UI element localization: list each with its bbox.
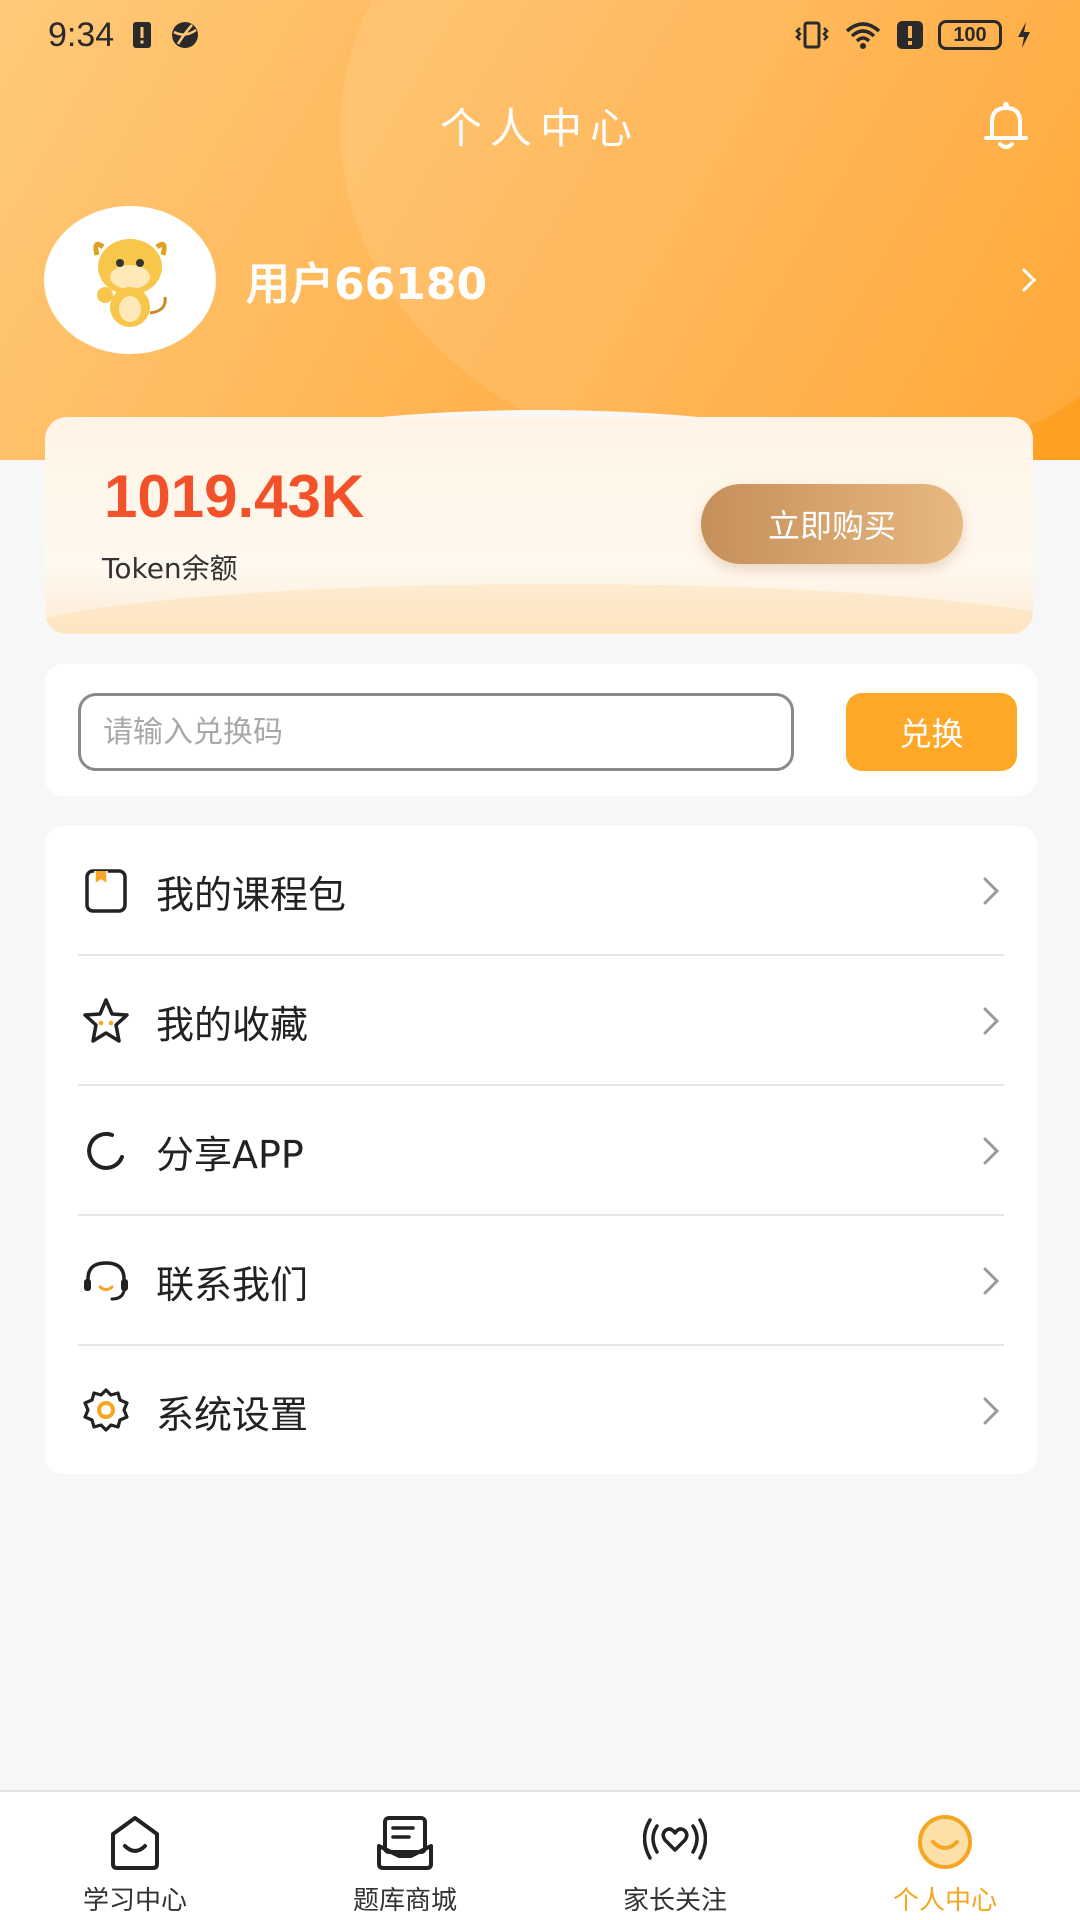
page-title: 个人中心 xyxy=(439,103,640,153)
menu-item-label: 联系我们 xyxy=(156,1262,309,1307)
tab-question-bank[interactable]: 题库商城 xyxy=(270,1792,540,1920)
redeem-card: 兑换 xyxy=(45,664,1037,796)
avatar[interactable] xyxy=(44,206,216,354)
tab-label: 家长关注 xyxy=(622,1886,727,1916)
tab-label: 题库商城 xyxy=(352,1886,457,1916)
gear-icon xyxy=(78,1383,134,1439)
share-icon xyxy=(78,1123,134,1179)
redeem-button[interactable]: 兑换 xyxy=(846,693,1017,771)
chevron-right-icon xyxy=(983,1137,1000,1165)
question-bank-icon xyxy=(377,1816,433,1870)
redeem-code-input[interactable] xyxy=(78,693,794,771)
bell-icon[interactable] xyxy=(978,98,1034,154)
study-icon xyxy=(111,1816,159,1870)
menu-item-label: 我的课程包 xyxy=(156,872,347,917)
status-time: 9:34 xyxy=(48,15,115,54)
profile-smile-icon xyxy=(918,1815,972,1869)
menu-item-favorites[interactable]: 我的收藏 xyxy=(78,956,1004,1086)
tab-label: 个人中心 xyxy=(892,1886,997,1916)
battery-icon: 100 xyxy=(938,20,1002,50)
menu-item-course-package[interactable]: 我的课程包 xyxy=(78,826,1004,956)
menu-item-contact-us[interactable]: 联系我们 xyxy=(78,1216,1004,1346)
tab-label: 学习中心 xyxy=(82,1886,187,1916)
profile-row[interactable]: 用户66180 xyxy=(44,205,1044,355)
title-bar: 个人中心 xyxy=(0,90,1080,160)
chevron-right-icon[interactable] xyxy=(1014,262,1044,298)
token-balance-value: 1019.43K xyxy=(104,463,365,530)
wifi-icon xyxy=(845,22,881,49)
chevron-right-icon xyxy=(983,877,1000,905)
token-balance-label: Token余额 xyxy=(102,552,238,585)
vibrate-icon xyxy=(795,21,829,49)
tab-profile-center[interactable]: 个人中心 xyxy=(810,1792,1080,1920)
tab-study-center[interactable]: 学习中心 xyxy=(0,1792,270,1920)
chevron-right-icon xyxy=(983,1267,1000,1295)
parent-care-icon xyxy=(643,1818,707,1860)
cow-mascot-icon xyxy=(93,239,167,327)
menu-item-share-app[interactable]: 分享APP xyxy=(78,1086,1004,1216)
chevron-right-icon xyxy=(983,1397,1000,1425)
sim-alert-icon xyxy=(133,22,152,48)
status-bar: 9:34 100 xyxy=(0,0,1080,70)
star-icon xyxy=(78,993,134,1049)
menu-item-settings[interactable]: 系统设置 xyxy=(78,1346,1004,1476)
menu-item-label: 我的收藏 xyxy=(156,1002,309,1047)
menu-list: 我的课程包 我的收藏 分享APP 联系我们 系统设置 xyxy=(45,826,1037,1474)
charging-icon xyxy=(1018,22,1030,48)
globe-icon xyxy=(172,22,199,48)
alert-icon xyxy=(897,21,923,49)
tab-parent-care[interactable]: 家长关注 xyxy=(540,1792,810,1920)
menu-item-label: 系统设置 xyxy=(156,1392,309,1437)
token-balance-card: 1019.43K Token余额 立即购买 xyxy=(45,417,1033,634)
bottom-tab-bar: 学习中心 题库商城 家长关注 个人中心 xyxy=(0,1790,1080,1920)
menu-item-label: 分享APP xyxy=(156,1132,304,1177)
chevron-right-icon xyxy=(983,1007,1000,1035)
headset-icon xyxy=(78,1253,134,1309)
course-package-icon xyxy=(78,863,134,919)
username[interactable]: 用户66180 xyxy=(246,248,487,312)
buy-now-button[interactable]: 立即购买 xyxy=(701,484,963,564)
